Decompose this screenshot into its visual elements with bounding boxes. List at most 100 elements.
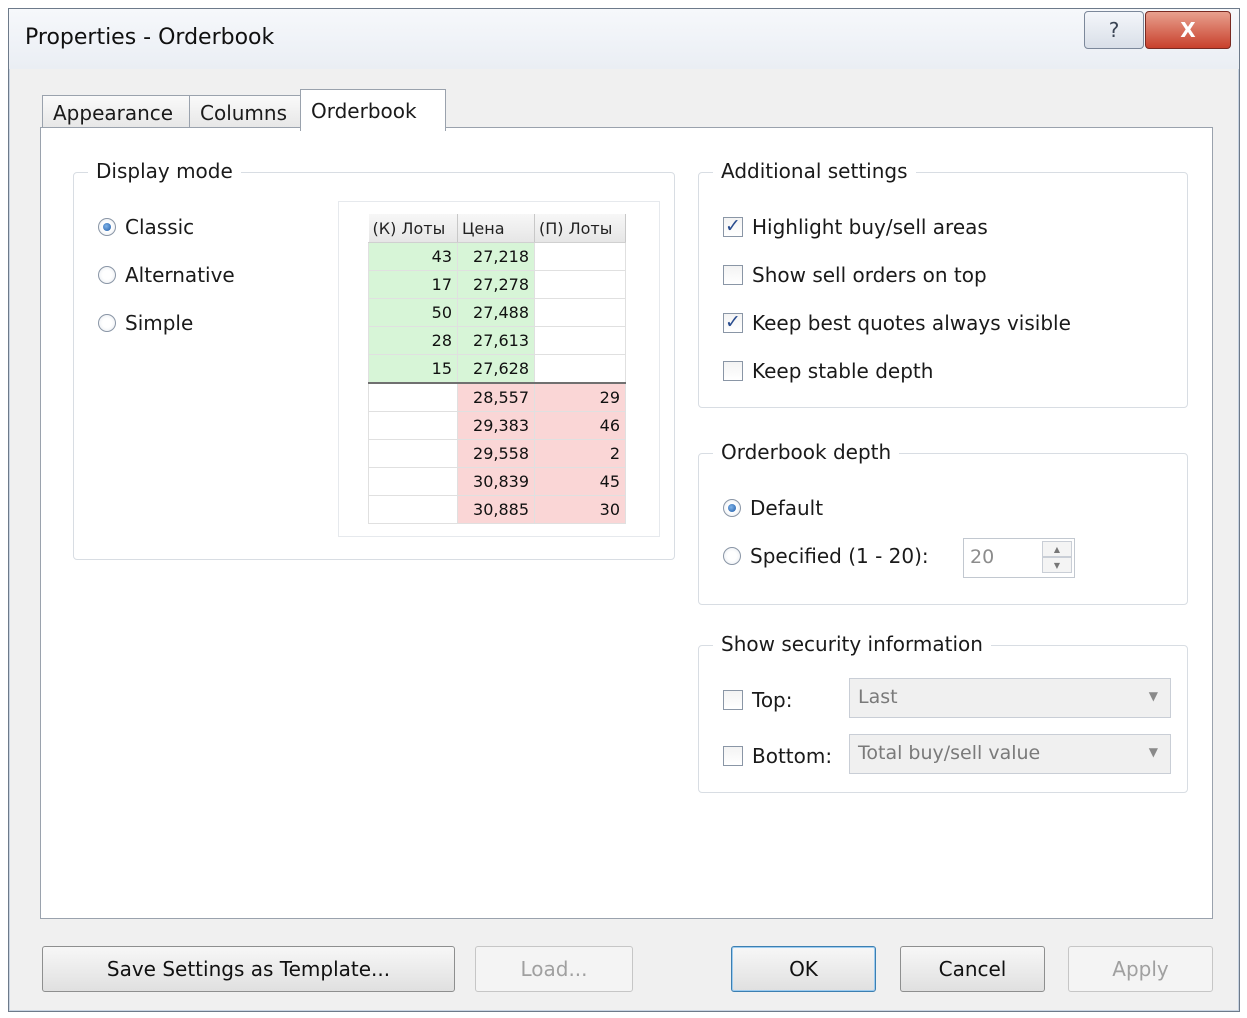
alternative-radio[interactable]: Alternative <box>98 263 235 287</box>
sell-lots-cell <box>534 326 626 355</box>
classic-radio[interactable]: Classic <box>98 215 194 239</box>
preview-sell-row: 30,885 30 <box>368 495 626 524</box>
preview-sell-row: 28,557 29 <box>368 382 626 412</box>
simple-radio[interactable]: Simple <box>98 311 193 335</box>
spin-up-icon[interactable]: ▲ <box>1042 541 1072 557</box>
orderbook-preview: (К) Лоты Цена (П) Лоты 43 27,218 17 27,2… <box>338 201 660 537</box>
buy-lots-cell: 15 <box>368 354 458 384</box>
price-cell: 27,628 <box>457 354 535 384</box>
top-info-value: Last <box>858 686 898 708</box>
preview-buy-row: 17 27,278 <box>368 270 626 299</box>
sell-lots-cell: 30 <box>534 495 626 524</box>
radio-icon <box>98 266 116 284</box>
bottom-info-value: Total buy/sell value <box>858 742 1041 764</box>
preview-buy-row: 50 27,488 <box>368 298 626 327</box>
tab-orderbook[interactable]: Orderbook <box>300 89 446 131</box>
top-info-checkbox[interactable]: Top: <box>723 688 793 712</box>
load-button[interactable]: Load... <box>475 946 633 992</box>
preview-buy-row: 28 27,613 <box>368 326 626 355</box>
checkbox-icon <box>723 265 743 285</box>
preview-header-sell-lots: (П) Лоты <box>534 214 626 243</box>
sell-orders-top-checkbox[interactable]: Show sell orders on top <box>723 263 987 287</box>
buy-lots-cell: 50 <box>368 298 458 327</box>
radio-selected-icon <box>98 218 116 236</box>
top-info-label: Top: <box>752 688 793 712</box>
chevron-down-icon: ▼ <box>1148 689 1158 703</box>
preview-header-buy-lots: (К) Лоты <box>368 214 458 243</box>
best-quotes-visible-label: Keep best quotes always visible <box>752 311 1071 335</box>
close-button[interactable]: X <box>1145 11 1231 49</box>
stable-depth-label: Keep stable depth <box>752 359 934 383</box>
help-icon: ? <box>1108 18 1120 42</box>
depth-spin-arrows: ▲ ▼ <box>1042 541 1072 575</box>
price-cell: 29,558 <box>457 439 535 468</box>
bottom-info-select[interactable]: Total buy/sell value ▼ <box>849 734 1171 774</box>
sell-lots-cell <box>534 354 626 384</box>
price-cell: 29,383 <box>457 411 535 440</box>
cancel-button[interactable]: Cancel <box>900 946 1045 992</box>
depth-default-label: Default <box>750 496 824 520</box>
orderbook-depth-group: Orderbook depth Default Specified (1 - 2… <box>698 440 1188 605</box>
bottom-info-label: Bottom: <box>752 744 833 768</box>
price-cell: 27,278 <box>457 270 535 299</box>
window-title: Properties - Orderbook <box>25 25 275 50</box>
radio-icon <box>98 314 116 332</box>
buy-lots-cell <box>368 411 458 440</box>
price-cell: 30,839 <box>457 467 535 496</box>
tab-appearance[interactable]: Appearance <box>42 95 190 129</box>
sell-lots-cell: 29 <box>534 382 626 412</box>
simple-label: Simple <box>125 311 194 335</box>
preview-sell-row: 29,383 46 <box>368 411 626 440</box>
buy-lots-cell: 28 <box>368 326 458 355</box>
price-cell: 30,885 <box>457 495 535 524</box>
chevron-down-icon: ▼ <box>1148 745 1158 759</box>
stable-depth-checkbox[interactable]: Keep stable depth <box>723 359 933 383</box>
classic-label: Classic <box>125 215 195 239</box>
checkbox-icon <box>723 746 743 766</box>
checkbox-checked-icon <box>723 215 743 237</box>
apply-button[interactable]: Apply <box>1068 946 1213 992</box>
price-cell: 27,613 <box>457 326 535 355</box>
depth-default-radio[interactable]: Default <box>723 496 823 520</box>
price-cell: 28,557 <box>457 382 535 412</box>
additional-settings-title: Additional settings <box>713 159 916 183</box>
preview-buy-row: 43 27,218 <box>368 242 626 271</box>
checkbox-icon <box>723 361 743 381</box>
checkbox-checked-icon <box>723 311 743 333</box>
ok-button[interactable]: OK <box>731 946 876 992</box>
buy-lots-cell <box>368 495 458 524</box>
security-info-title: Show security information <box>713 632 991 656</box>
orderbook-tab-page: Display mode Classic Alternative Simple … <box>40 127 1213 919</box>
preview-header-price: Цена <box>457 214 535 243</box>
display-mode-title: Display mode <box>88 159 241 183</box>
checkbox-icon <box>723 690 743 710</box>
top-info-select[interactable]: Last ▼ <box>849 678 1171 718</box>
sell-lots-cell <box>534 298 626 327</box>
help-button[interactable]: ? <box>1084 11 1144 49</box>
highlight-areas-label: Highlight buy/sell areas <box>752 215 988 239</box>
additional-settings-group: Additional settings Highlight buy/sell a… <box>698 159 1188 408</box>
sell-lots-cell: 46 <box>534 411 626 440</box>
security-info-group: Show security information Top: Last ▼ Bo… <box>698 632 1188 793</box>
buy-lots-cell <box>368 467 458 496</box>
tab-columns[interactable]: Columns <box>189 95 301 129</box>
save-template-button[interactable]: Save Settings as Template... <box>42 946 455 992</box>
sell-orders-top-label: Show sell orders on top <box>752 263 987 287</box>
sell-lots-cell <box>534 270 626 299</box>
display-mode-group: Display mode Classic Alternative Simple … <box>73 159 675 560</box>
sell-lots-cell: 2 <box>534 439 626 468</box>
buy-lots-cell <box>368 439 458 468</box>
buy-lots-cell: 43 <box>368 242 458 271</box>
depth-specified-radio[interactable]: Specified (1 - 20): <box>723 544 929 568</box>
depth-spinbox[interactable]: 20 ▲ ▼ <box>963 538 1075 578</box>
radio-icon <box>723 547 741 565</box>
bottom-info-checkbox[interactable]: Bottom: <box>723 744 832 768</box>
highlight-areas-checkbox[interactable]: Highlight buy/sell areas <box>723 215 988 239</box>
buy-lots-cell: 17 <box>368 270 458 299</box>
spin-down-icon[interactable]: ▼ <box>1042 557 1072 573</box>
preview-header-row: (К) Лоты Цена (П) Лоты <box>368 214 626 243</box>
best-quotes-visible-checkbox[interactable]: Keep best quotes always visible <box>723 311 1071 335</box>
sell-lots-cell: 45 <box>534 467 626 496</box>
title-bar[interactable]: Properties - Orderbook ? X <box>9 9 1239 69</box>
radio-selected-icon <box>723 499 741 517</box>
